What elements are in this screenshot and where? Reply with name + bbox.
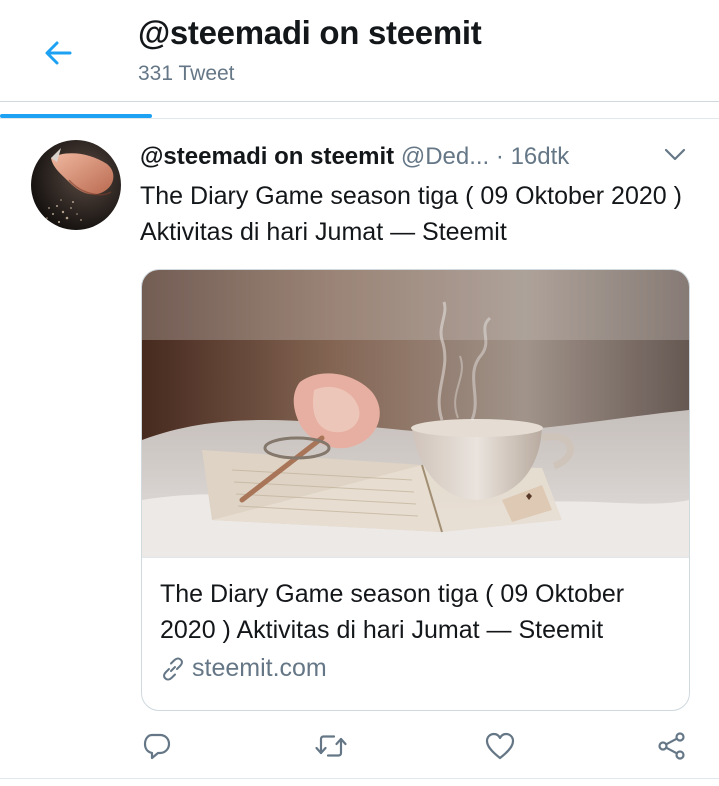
card-divider — [142, 557, 689, 558]
author-handle[interactable]: @Ded... — [401, 143, 489, 170]
share-icon — [658, 732, 685, 760]
page-title: @steemadi on steemit — [138, 14, 482, 51]
share-button[interactable] — [652, 728, 692, 764]
separator-dot: · — [495, 143, 504, 170]
header: @steemadi on steemit 331 Tweet — [0, 0, 719, 100]
retweet-button[interactable] — [311, 728, 351, 764]
tweet-time[interactable]: 16dtk — [511, 143, 570, 170]
chevron-down-icon — [664, 148, 686, 161]
card-domain-text: steemit.com — [192, 654, 327, 682]
link-card[interactable]: The Diary Game season tiga ( 09 Oktober … — [141, 269, 690, 711]
card-title: The Diary Game season tiga ( 09 Oktober … — [160, 580, 625, 644]
reply-icon — [143, 733, 171, 760]
tweet-header: @steemadi on steemit @Ded... · 16dtk — [140, 143, 569, 171]
retweet-icon — [315, 735, 347, 757]
tweet-text: The Diary Game season tiga ( 09 Oktober … — [140, 182, 682, 246]
tweet-divider — [0, 778, 719, 779]
arrow-left-icon — [45, 41, 72, 65]
avatar[interactable] — [31, 140, 121, 230]
tab-divider — [0, 118, 719, 119]
tweet-count: 331 Tweet — [138, 62, 235, 85]
card-domain: steemit.com — [160, 654, 327, 683]
header-divider — [0, 101, 719, 102]
reply-button[interactable] — [137, 728, 177, 764]
heart-icon — [485, 732, 515, 760]
tea-cup-book-photo — [142, 270, 689, 557]
hand-sand-photo — [31, 140, 121, 230]
like-button[interactable] — [480, 728, 520, 764]
tweet-actions — [0, 728, 719, 768]
link-icon — [163, 656, 183, 681]
author-name[interactable]: @steemadi on steemit — [140, 143, 394, 170]
tweet-menu-button[interactable] — [660, 143, 690, 167]
back-button[interactable] — [38, 33, 78, 73]
